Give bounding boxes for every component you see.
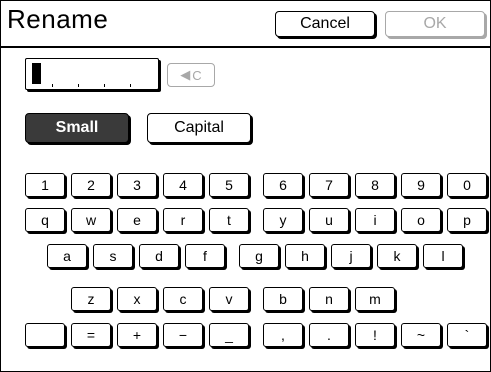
- key-row3-0[interactable]: a: [47, 244, 87, 268]
- key-row3-6[interactable]: j: [331, 244, 371, 268]
- key-row4-3[interactable]: v: [209, 287, 249, 311]
- backspace-button[interactable]: ◀ C: [167, 63, 215, 87]
- key-row5-0[interactable]: [25, 323, 65, 347]
- key-row4-0[interactable]: z: [71, 287, 111, 311]
- key-row3-3[interactable]: f: [185, 244, 225, 268]
- key-row5-9[interactable]: `: [447, 323, 487, 347]
- key-row2-3[interactable]: r: [163, 208, 203, 232]
- header-divider: [1, 46, 490, 48]
- key-row1-5[interactable]: 6: [263, 173, 303, 197]
- key-row3-2[interactable]: d: [139, 244, 179, 268]
- key-row1-1[interactable]: 2: [71, 173, 111, 197]
- key-row2-7[interactable]: i: [355, 208, 395, 232]
- key-row4-4[interactable]: b: [263, 287, 303, 311]
- key-row5-1[interactable]: =: [71, 323, 111, 347]
- key-row5-5[interactable]: ,: [263, 323, 303, 347]
- key-row4-6[interactable]: m: [355, 287, 395, 311]
- key-row2-1[interactable]: w: [71, 208, 111, 232]
- cancel-button[interactable]: Cancel: [275, 11, 375, 37]
- key-row1-4[interactable]: 5: [209, 173, 249, 197]
- key-row4-2[interactable]: c: [163, 287, 203, 311]
- capital-case-button[interactable]: Capital: [147, 113, 251, 143]
- key-row2-0[interactable]: q: [25, 208, 65, 232]
- key-row4-5[interactable]: n: [309, 287, 349, 311]
- key-row5-4[interactable]: _: [209, 323, 249, 347]
- key-row1-3[interactable]: 4: [163, 173, 203, 197]
- key-row1-0[interactable]: 1: [25, 173, 65, 197]
- key-row3-1[interactable]: s: [93, 244, 133, 268]
- ok-button[interactable]: OK: [385, 11, 485, 37]
- key-row5-7[interactable]: !: [355, 323, 395, 347]
- key-row5-3[interactable]: −: [163, 323, 203, 347]
- rename-dialog: Rename Cancel OK ◀ C Small Capital 12345…: [0, 0, 491, 372]
- text-cursor: [32, 63, 41, 84]
- key-row3-7[interactable]: k: [377, 244, 417, 268]
- key-row2-8[interactable]: o: [401, 208, 441, 232]
- backspace-arrow-icon: ◀: [180, 67, 191, 82]
- key-row5-6[interactable]: .: [309, 323, 349, 347]
- character-ticks: [26, 83, 158, 87]
- page-title: Rename: [7, 4, 109, 34]
- key-row2-4[interactable]: t: [209, 208, 249, 232]
- key-row2-6[interactable]: u: [309, 208, 349, 232]
- key-row3-4[interactable]: g: [239, 244, 279, 268]
- name-input[interactable]: [25, 58, 159, 90]
- backspace-label: C: [192, 67, 202, 83]
- key-row2-5[interactable]: y: [263, 208, 303, 232]
- key-row1-7[interactable]: 8: [355, 173, 395, 197]
- key-row5-8[interactable]: ~: [401, 323, 441, 347]
- key-row3-5[interactable]: h: [285, 244, 325, 268]
- key-row2-9[interactable]: p: [447, 208, 487, 232]
- key-row5-2[interactable]: +: [117, 323, 157, 347]
- key-row4-1[interactable]: x: [117, 287, 157, 311]
- key-row1-6[interactable]: 7: [309, 173, 349, 197]
- key-row1-8[interactable]: 9: [401, 173, 441, 197]
- key-row3-8[interactable]: l: [423, 244, 463, 268]
- small-case-button[interactable]: Small: [25, 113, 129, 143]
- key-row1-9[interactable]: 0: [447, 173, 487, 197]
- key-row1-2[interactable]: 3: [117, 173, 157, 197]
- key-row2-2[interactable]: e: [117, 208, 157, 232]
